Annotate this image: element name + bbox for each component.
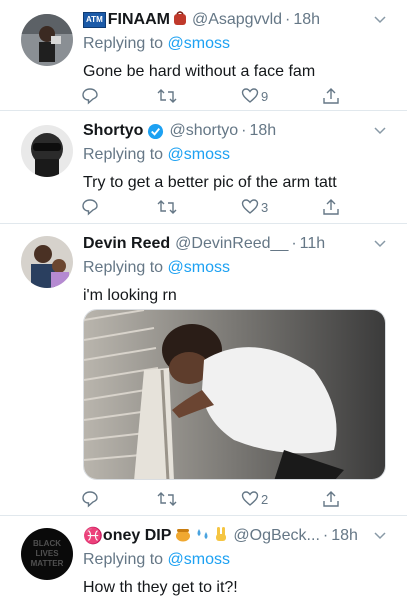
timestamp[interactable]: 18h bbox=[331, 527, 358, 545]
like-button[interactable]: 3 bbox=[241, 197, 268, 217]
chevron-down-icon[interactable] bbox=[373, 13, 387, 27]
chevron-down-icon[interactable] bbox=[373, 237, 387, 251]
retweet-button[interactable] bbox=[157, 489, 177, 509]
like-count: 2 bbox=[261, 491, 269, 507]
tweet-actions: 9 bbox=[81, 86, 341, 106]
like-count: 3 bbox=[261, 199, 269, 215]
tweet-header: ♓ oney DIP @OgBeck... · 18h bbox=[83, 524, 393, 548]
separator-dot: · bbox=[241, 122, 247, 139]
avatar[interactable] bbox=[21, 236, 73, 288]
share-icon bbox=[323, 491, 339, 507]
bag-emoji-icon bbox=[173, 10, 187, 31]
replying-to: Replying to @smoss bbox=[83, 259, 230, 276]
retweet-icon bbox=[157, 492, 177, 506]
replying-to: Replying to @smoss bbox=[83, 551, 230, 568]
user-handle[interactable]: @shortyo bbox=[169, 122, 238, 140]
tweet-text: Try to get a better pic of the arm tatt bbox=[83, 174, 337, 191]
separator-dot: · bbox=[291, 235, 297, 252]
like-count: 9 bbox=[261, 88, 269, 104]
tweet-actions: 3 bbox=[81, 197, 341, 217]
tweet-item[interactable]: Shortyo @shortyo · 18h Replying to @smos… bbox=[0, 111, 407, 224]
reply-button[interactable] bbox=[81, 197, 99, 217]
chevron-down-icon[interactable] bbox=[373, 124, 387, 138]
mention-link[interactable]: @smoss bbox=[168, 146, 230, 163]
timestamp[interactable]: 18h bbox=[293, 11, 320, 29]
separator-dot: · bbox=[285, 11, 291, 28]
share-button[interactable] bbox=[322, 489, 340, 509]
user-handle[interactable]: @DevinReed__ bbox=[175, 235, 288, 253]
name-symbol-icon: ♓ bbox=[83, 528, 103, 545]
tweet-text: i'm looking rn bbox=[83, 287, 177, 304]
like-button[interactable]: 2 bbox=[241, 489, 268, 509]
atm-badge: ATM bbox=[83, 12, 106, 28]
tweet-photo[interactable] bbox=[83, 309, 386, 480]
tweet-header: ATM FINAAM @Asapgvvld · 18h bbox=[83, 8, 393, 32]
timestamp[interactable]: 18h bbox=[250, 122, 277, 140]
sweat-droplets-emoji-icon bbox=[195, 526, 211, 547]
reply-icon bbox=[82, 199, 98, 216]
tweet-text: How th they get to it?! bbox=[83, 579, 238, 596]
display-name[interactable]: Devin Reed bbox=[83, 235, 170, 253]
reply-button[interactable] bbox=[81, 489, 99, 509]
mention-link[interactable]: @smoss bbox=[168, 551, 230, 568]
share-icon bbox=[323, 199, 339, 215]
share-button[interactable] bbox=[322, 197, 340, 217]
tweet-header: Devin Reed @DevinReed__ · 11h bbox=[83, 232, 393, 256]
reply-icon bbox=[82, 88, 98, 105]
tweet-item[interactable]: BLACK LIVES MATTER ♓ oney DIP @OgBeck...… bbox=[0, 516, 407, 600]
reply-button[interactable] bbox=[81, 86, 99, 106]
tweet-actions: 2 bbox=[81, 489, 341, 509]
user-handle[interactable]: @Asapgvvld bbox=[192, 11, 282, 29]
separator-dot: · bbox=[322, 527, 329, 544]
reply-icon bbox=[82, 491, 98, 508]
chevron-down-icon[interactable] bbox=[373, 529, 387, 543]
display-name[interactable]: oney DIP bbox=[103, 527, 171, 545]
retweet-button[interactable] bbox=[157, 86, 177, 106]
share-icon bbox=[323, 88, 339, 104]
avatar[interactable] bbox=[21, 14, 73, 66]
retweet-button[interactable] bbox=[157, 197, 177, 217]
heart-icon bbox=[241, 491, 259, 506]
verified-badge-icon bbox=[148, 123, 164, 139]
victory-hand-emoji-icon bbox=[214, 526, 228, 547]
timestamp[interactable]: 11h bbox=[300, 235, 326, 253]
replying-to: Replying to @smoss bbox=[83, 146, 230, 163]
user-handle[interactable]: @OgBeck... bbox=[233, 527, 320, 545]
retweet-icon bbox=[157, 200, 177, 214]
avatar-text: BLACK LIVES MATTER bbox=[30, 539, 64, 568]
avatar[interactable]: BLACK LIVES MATTER bbox=[21, 528, 73, 580]
retweet-icon bbox=[157, 89, 177, 103]
heart-icon bbox=[241, 199, 259, 214]
mention-link[interactable]: @smoss bbox=[168, 35, 230, 52]
like-button[interactable]: 9 bbox=[241, 86, 268, 106]
tweet-item[interactable]: ATM FINAAM @Asapgvvld · 18h Replying to … bbox=[0, 0, 407, 111]
tweet-header: Shortyo @shortyo · 18h bbox=[83, 119, 393, 143]
display-name[interactable]: FINAAM bbox=[108, 11, 170, 29]
share-button[interactable] bbox=[322, 86, 340, 106]
display-name[interactable]: Shortyo bbox=[83, 122, 143, 140]
honey-pot-emoji-icon bbox=[174, 526, 192, 547]
heart-icon bbox=[241, 88, 259, 103]
avatar[interactable] bbox=[21, 125, 73, 177]
replying-to: Replying to @smoss bbox=[83, 35, 230, 52]
tweet-text: Gone be hard without a face fam bbox=[83, 63, 316, 80]
mention-link[interactable]: @smoss bbox=[168, 259, 230, 276]
